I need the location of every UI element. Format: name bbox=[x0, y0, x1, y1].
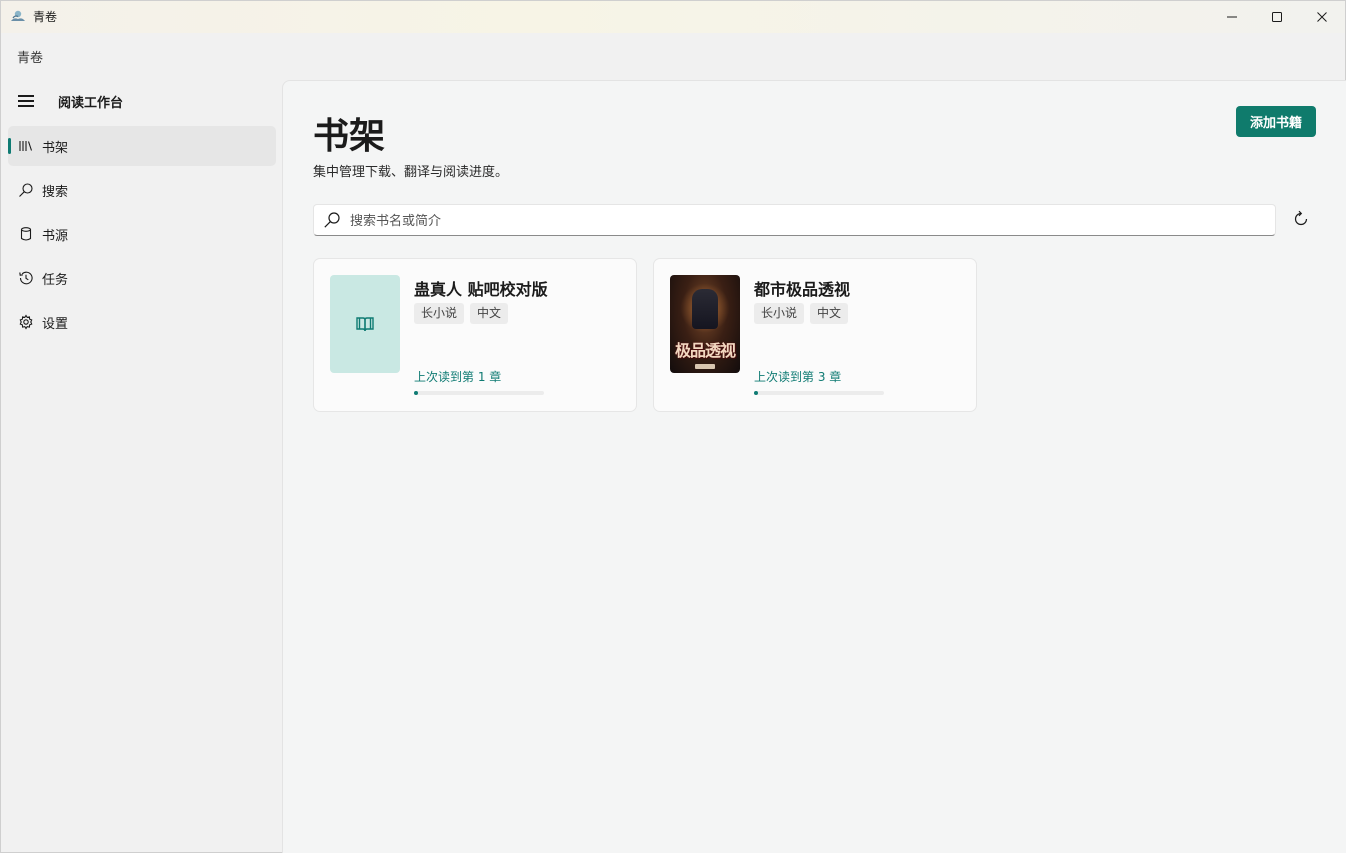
cover-publisher-badge bbox=[695, 364, 715, 369]
sidebar-item-label: 书源 bbox=[42, 229, 69, 244]
sidebar-item-label: 书架 bbox=[42, 141, 69, 156]
page-title: 书架 bbox=[313, 116, 386, 157]
maximize-icon bbox=[1272, 12, 1282, 22]
sidebar: 阅读工作台 书架 搜索 书源 任务 设置 bbox=[1, 81, 282, 853]
book-tags: 长小说 中文 bbox=[414, 303, 509, 324]
database-icon bbox=[18, 226, 34, 242]
app-logo-icon bbox=[11, 10, 25, 21]
book-title: 蛊真人 贴吧校对版 bbox=[414, 280, 548, 299]
book-cover-image: 极品透视 bbox=[670, 275, 740, 373]
sidebar-item-settings[interactable]: 设置 bbox=[8, 302, 276, 342]
sidebar-item-bookshelf[interactable]: 书架 bbox=[8, 126, 276, 166]
book-cover-placeholder bbox=[330, 275, 400, 373]
maximize-button[interactable] bbox=[1254, 1, 1300, 33]
sidebar-item-tasks[interactable]: 任务 bbox=[8, 258, 276, 298]
book-tags: 长小说 中文 bbox=[754, 303, 849, 324]
progress-fill bbox=[754, 391, 758, 395]
tag-length: 长小说 bbox=[754, 303, 805, 324]
reading-progress-bar bbox=[414, 391, 544, 395]
hamburger-menu-icon[interactable] bbox=[18, 95, 36, 107]
tag-length: 长小说 bbox=[414, 303, 465, 324]
search-box[interactable] bbox=[313, 204, 1276, 236]
book-card[interactable]: 蛊真人 贴吧校对版 长小说 中文 上次读到第 1 章 bbox=[313, 258, 637, 412]
tag-language: 中文 bbox=[470, 303, 509, 324]
book-card[interactable]: 极品透视 都市极品透视 长小说 中文 上次读到第 3 章 bbox=[653, 258, 977, 412]
reading-progress-bar bbox=[754, 391, 884, 395]
search-input[interactable] bbox=[350, 211, 1250, 231]
search-icon bbox=[324, 212, 340, 228]
window-title: 青卷 bbox=[33, 10, 58, 24]
tag-language: 中文 bbox=[810, 303, 849, 324]
close-icon bbox=[1317, 12, 1327, 22]
page-subtitle: 集中管理下载、翻译与阅读进度。 bbox=[313, 165, 509, 180]
bookshelf-icon bbox=[18, 138, 34, 154]
sidebar-item-label: 搜索 bbox=[42, 185, 69, 200]
cover-title-text: 极品透视 bbox=[674, 341, 736, 360]
progress-fill bbox=[414, 391, 418, 395]
main-content: 书架 集中管理下载、翻译与阅读进度。 添加书籍 搜索书名或简介 蛊真人 贴吧校对… bbox=[282, 80, 1346, 853]
sidebar-item-search[interactable]: 搜索 bbox=[8, 170, 276, 210]
minimize-button[interactable] bbox=[1209, 1, 1255, 33]
sidebar-item-label: 设置 bbox=[42, 317, 69, 332]
sidebar-title: 阅读工作台 bbox=[58, 96, 124, 111]
cover-figure bbox=[692, 289, 718, 329]
app-header-label: 青卷 bbox=[17, 51, 44, 66]
reading-progress-label: 上次读到第 3 章 bbox=[754, 370, 842, 384]
reading-progress-label: 上次读到第 1 章 bbox=[414, 370, 502, 384]
search-icon bbox=[18, 182, 34, 198]
history-icon bbox=[18, 270, 34, 286]
title-bar[interactable]: 青卷 bbox=[1, 1, 1345, 33]
active-indicator bbox=[8, 138, 11, 154]
sidebar-item-sources[interactable]: 书源 bbox=[8, 214, 276, 254]
add-book-button[interactable]: 添加书籍 bbox=[1236, 106, 1316, 137]
sidebar-item-label: 任务 bbox=[42, 273, 69, 288]
refresh-icon[interactable] bbox=[1291, 209, 1311, 229]
minimize-icon bbox=[1227, 16, 1237, 18]
book-title: 都市极品透视 bbox=[754, 280, 851, 299]
gear-icon bbox=[18, 314, 34, 330]
close-button[interactable] bbox=[1299, 1, 1345, 33]
open-book-icon bbox=[356, 317, 374, 332]
app-window: 青卷 青卷 阅读工作台 书架 搜索 书源 任务 设置 书架 集中管理下载、翻译与… bbox=[0, 0, 1346, 853]
